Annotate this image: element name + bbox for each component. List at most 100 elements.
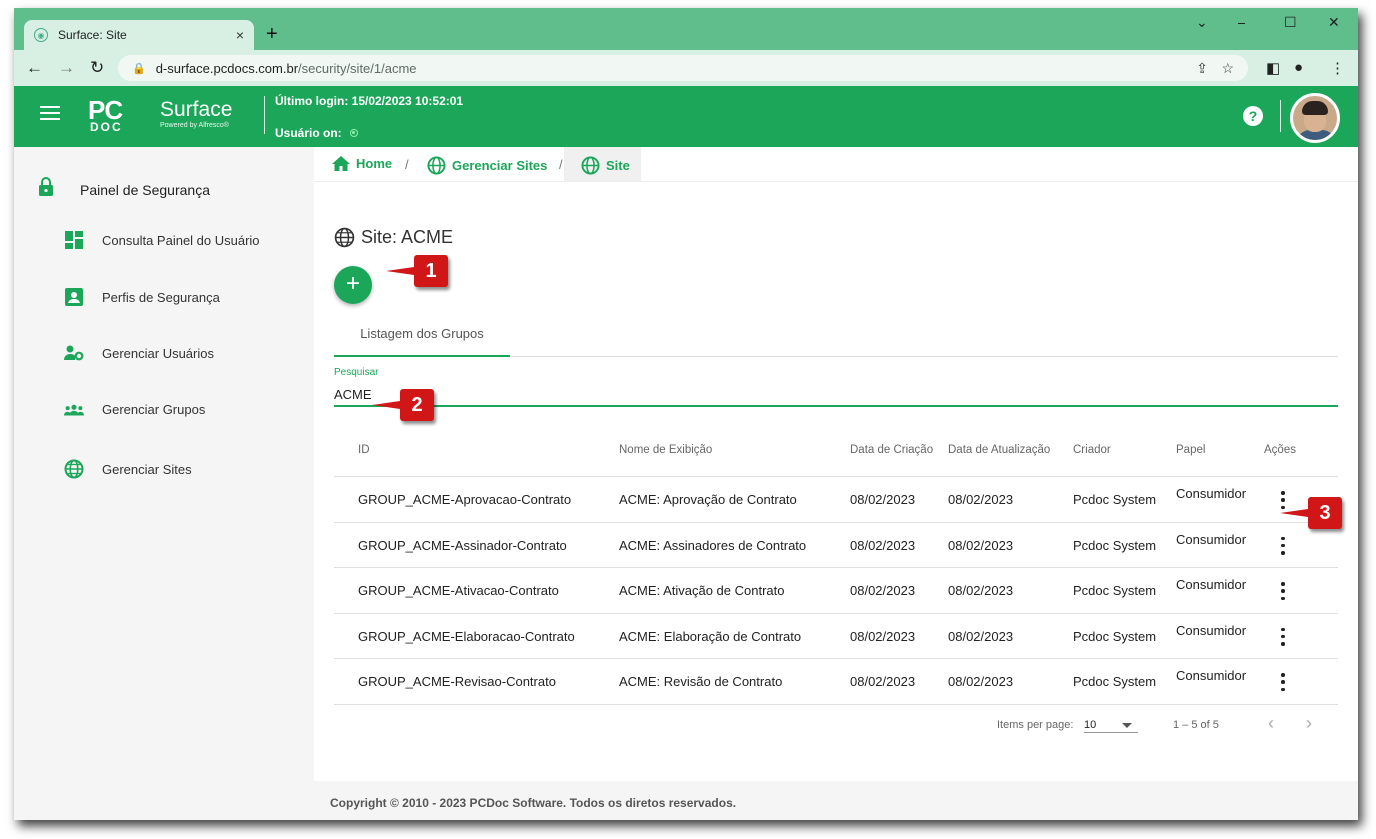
tab-search-icon[interactable]: ⌄ <box>1196 14 1208 31</box>
share-icon[interactable]: ⇪ <box>1196 60 1208 77</box>
logo-pc-text: PC <box>88 95 123 125</box>
cell-created: 08/02/2023 <box>850 583 916 598</box>
cell-creator: Pcdoc System <box>1073 492 1157 507</box>
reload-icon[interactable]: ↻ <box>90 58 104 78</box>
table-row[interactable]: GROUP_ACME-Revisao-Contrato ACME: Revisã… <box>334 659 1338 705</box>
tab-bar: Listagem dos Grupos <box>334 315 1338 357</box>
sidebar-title[interactable]: Painel de Segurança <box>36 177 210 202</box>
column-header-papel[interactable]: Papel <box>1176 444 1205 456</box>
cell-role: Consumidor <box>1176 577 1247 592</box>
cell-id: GROUP_ACME-Assinador-Contrato <box>358 537 567 553</box>
table-row[interactable]: GROUP_ACME-Elaboracao-Contrato ACME: Ela… <box>334 614 1338 659</box>
pcdoc-surface-logo: PC DOC Surface Powered by Alfresco® <box>88 95 248 136</box>
cell-id: GROUP_ACME-Revisao-Contrato <box>358 674 556 689</box>
lock-icon: 🔒 <box>132 62 146 75</box>
breadcrumb-separator: / <box>559 157 563 172</box>
next-page-button[interactable]: › <box>1306 713 1312 734</box>
breadcrumb-gerenciar-sites[interactable]: Gerenciar Sites <box>427 156 547 175</box>
copyright-text: Copyright © 2010 - 2023 PCDoc Software. … <box>330 796 737 810</box>
items-per-page-label: Items per page: <box>997 719 1074 731</box>
table-row[interactable]: GROUP_ACME-Aprovacao-Contrato ACME: Apro… <box>334 477 1338 523</box>
cell-updated: 08/02/2023 <box>948 537 1014 553</box>
sidebar-item-label: Consulta Painel do Usuário <box>102 232 260 248</box>
globe-icon <box>581 156 600 175</box>
tab-listagem-grupos[interactable]: Listagem dos Grupos <box>334 315 510 357</box>
groups-table: ID Nome de Exibição Data de Criação Data… <box>334 431 1338 705</box>
cell-creator: Pcdoc System <box>1073 583 1157 598</box>
row-actions-icon[interactable] <box>1276 627 1290 646</box>
sidebar-item-perfis[interactable]: Perfis de Segurança <box>64 288 220 306</box>
logo-surface-text: Surface <box>160 98 233 121</box>
maximize-button[interactable]: ☐ <box>1284 14 1297 31</box>
sidebar-item-label: Gerenciar Usuários <box>102 345 214 361</box>
side-panel-icon[interactable]: ◧ <box>1266 59 1280 77</box>
avatar[interactable] <box>1290 93 1340 143</box>
sidebar-item-grupos[interactable]: Gerenciar Grupos <box>64 402 205 417</box>
site-favicon-icon: ◉ <box>34 28 48 42</box>
column-header-id[interactable]: ID <box>358 444 370 456</box>
breadcrumb-separator: / <box>405 157 409 172</box>
close-window-button[interactable]: ✕ <box>1328 14 1340 31</box>
url-field[interactable]: 🔒 d-surface.pcdocs.com.br/security/site/… <box>118 55 1248 81</box>
cell-role: Consumidor <box>1176 531 1247 547</box>
row-actions-icon[interactable] <box>1276 673 1290 691</box>
table-row[interactable]: GROUP_ACME-Ativacao-Contrato ACME: Ativa… <box>334 568 1338 614</box>
chevron-down-icon <box>1122 723 1132 728</box>
sidebar-item-label: Perfis de Segurança <box>102 289 220 305</box>
bookmark-star-icon[interactable]: ☆ <box>1221 60 1234 77</box>
cell-id: GROUP_ACME-Aprovacao-Contrato <box>358 492 572 507</box>
cell-created: 08/02/2023 <box>850 492 916 507</box>
cell-name: ACME: Aprovação de Contrato <box>619 492 797 507</box>
column-header-nome[interactable]: Nome de Exibição <box>619 444 712 456</box>
url-path: /security/site/1/acme <box>298 60 417 76</box>
user-online-status: Usuário on: <box>275 126 358 140</box>
sidebar-item-label: Gerenciar Sites <box>102 461 192 477</box>
new-tab-button[interactable]: + <box>266 22 278 46</box>
column-header-criacao[interactable]: Data de Criação <box>850 444 933 456</box>
browser-window: ◉ Surface: Site × + ⌄ ⎯ ☐ ✕ ← → ↻ 🔒 d-su… <box>14 8 1358 820</box>
main-content: Home / Gerenciar Sites / Site Site: ACME… <box>314 147 1358 820</box>
cell-role: Consumidor <box>1176 622 1247 638</box>
sidebar-item-usuarios[interactable]: Gerenciar Usuários <box>64 345 214 361</box>
last-login-text: Último login: 15/02/2023 10:52:01 <box>275 94 464 108</box>
row-actions-icon[interactable] <box>1276 536 1290 555</box>
menu-icon[interactable] <box>40 106 60 120</box>
column-header-criador[interactable]: Criador <box>1073 444 1111 456</box>
breadcrumb: Home / Gerenciar Sites / Site <box>314 147 1358 182</box>
page-title-text: Site: ACME <box>361 227 454 247</box>
header-divider-right <box>1280 100 1281 132</box>
column-header-atualizacao[interactable]: Data de Atualização <box>948 444 1050 456</box>
logo-doc-text: DOC <box>90 120 123 134</box>
row-actions-icon[interactable] <box>1276 582 1290 600</box>
cell-creator: Pcdoc System <box>1073 674 1157 689</box>
app-header: PC DOC Surface Powered by Alfresco® Últi… <box>14 86 1358 147</box>
back-icon[interactable]: ← <box>26 58 43 78</box>
close-tab-icon[interactable]: × <box>236 27 244 43</box>
browser-menu-icon[interactable]: ⋮ <box>1330 59 1345 77</box>
table-row[interactable]: GROUP_ACME-Assinador-Contrato ACME: Assi… <box>334 523 1338 568</box>
cell-creator: Pcdoc System <box>1073 537 1157 553</box>
header-divider <box>264 96 265 134</box>
cell-name: ACME: Assinadores de Contrato <box>619 537 807 553</box>
help-icon[interactable]: ? <box>1243 106 1263 126</box>
breadcrumb-home[interactable]: Home <box>332 156 392 171</box>
minimize-button[interactable]: ⎯ <box>1238 14 1245 31</box>
previous-page-button[interactable]: ‹ <box>1268 713 1274 734</box>
cell-created: 08/02/2023 <box>850 628 916 644</box>
row-actions-icon[interactable] <box>1276 491 1290 509</box>
page-size-select[interactable]: 10 <box>1084 715 1138 733</box>
sidebar-item-label: Gerenciar Grupos <box>102 402 206 417</box>
sidebar-item-consulta-painel[interactable]: Consulta Painel do Usuário <box>64 231 260 249</box>
search-input[interactable] <box>334 383 1338 407</box>
forward-icon[interactable]: → <box>58 58 75 78</box>
table-header: ID Nome de Exibição Data de Criação Data… <box>334 431 1338 477</box>
column-header-acoes: Ações <box>1264 444 1296 456</box>
add-group-button[interactable]: + <box>334 266 372 304</box>
cell-updated: 08/02/2023 <box>948 583 1014 598</box>
browser-tab[interactable]: ◉ Surface: Site × <box>24 20 254 50</box>
sidebar-item-sites[interactable]: Gerenciar Sites <box>64 459 192 479</box>
cell-updated: 08/02/2023 <box>948 674 1014 689</box>
cell-role: Consumidor <box>1176 486 1247 501</box>
breadcrumb-site[interactable]: Site <box>581 156 630 175</box>
profile-icon[interactable]: ● <box>1294 59 1303 76</box>
